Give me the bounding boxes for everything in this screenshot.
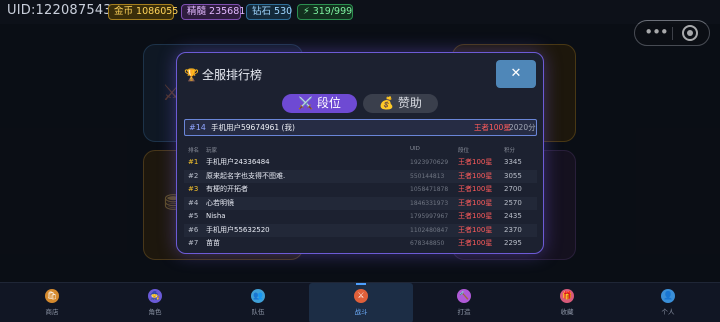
tab-rank[interactable]: ⚔️ 段位 [282, 94, 357, 113]
nav-label: 队伍 [251, 308, 265, 316]
nav-label: 打造 [457, 308, 471, 316]
nav-label: 战斗 [354, 308, 368, 316]
top-status-bar: UID:1220875432 金币 1086055 精髓 235681 钻石 5… [0, 0, 720, 24]
row-rank: #7 [188, 239, 199, 247]
character-icon: 🧙 [148, 289, 162, 303]
column-header-score: 积分 [504, 148, 516, 154]
nav-item-forge[interactable]: 🔨 打造 [412, 283, 516, 322]
row-score: 2370 [504, 225, 522, 234]
row-name: 原来起名字也支得不图难. [206, 171, 286, 180]
row-name: 心若明镜 [206, 198, 234, 207]
nav-item-battle[interactable]: ⚔ 战斗 [309, 283, 413, 322]
row-tier: 王者100星 [458, 158, 493, 166]
row-name: 手机用户55632520 [206, 225, 270, 234]
nav-item-collection[interactable]: 🎁 收藏 [515, 283, 619, 322]
nav-label: 收藏 [560, 308, 574, 316]
row-uid: 1923970629 [410, 159, 449, 166]
close-button[interactable]: ✕ [496, 60, 536, 88]
nav-item-profile[interactable]: 👤 个人 [616, 283, 720, 322]
table-row[interactable]: #2 原来起名字也支得不图难. 550144813 王者100星 3055 [184, 169, 537, 183]
my-rank-row: #14 手机用户59674961 (我) 王者100星 2020分 [184, 119, 537, 136]
gold-balance: 金币 1086055 [108, 4, 178, 20]
crystal-balance: 精髓 235681 [181, 4, 245, 20]
row-name: Nisha [206, 212, 226, 220]
row-score: 3055 [504, 171, 522, 180]
row-tier: 王者100星 [458, 212, 493, 220]
modal-title-text: 全服排行榜 [201, 68, 262, 82]
nav-label: 角色 [148, 308, 162, 316]
profile-icon: 👤 [661, 289, 675, 303]
row-score: 2295 [504, 239, 522, 247]
column-header-player: 玩家 [206, 148, 218, 154]
row-rank: #4 [188, 198, 199, 207]
row-tier: 王者100星 [458, 225, 493, 234]
row-tier: 王者100星 [458, 171, 493, 180]
battle-icon: ⚔ [354, 289, 368, 303]
leaderboard-list[interactable]: #1 手机用户24336484 1923970629 王者100星 3345 #… [184, 156, 537, 251]
row-uid: 1102480847 [410, 226, 449, 234]
nav-item-shop[interactable]: 🛍 商店 [0, 283, 104, 322]
row-score: 3345 [504, 158, 522, 166]
row-name: 有梗的开拓者 [206, 185, 248, 193]
diamond-balance: 钻石 530 [246, 4, 292, 20]
row-rank: #5 [188, 212, 199, 220]
my-rank: #14 [189, 123, 206, 132]
bottom-nav: 🛍 商店 🧙 角色 👥 队伍 ⚔ 战斗 🔨 打造 🎁 收藏 👤 个人 [0, 282, 720, 322]
tab-sponsor[interactable]: 💰 赞助 [363, 94, 438, 113]
table-row[interactable]: #6 手机用户55632520 1102480847 王者100星 2370 [184, 223, 537, 237]
row-uid: 1846331973 [410, 199, 449, 207]
modal-title: 🏆 全服排行榜 [184, 66, 262, 83]
column-header-tier: 段位 [458, 148, 470, 154]
row-uid: 1058471878 [410, 186, 449, 193]
row-score: 2435 [504, 212, 522, 220]
forge-icon: 🔨 [457, 289, 471, 303]
trophy-icon: 🏆 [184, 68, 199, 82]
row-name: 手机用户24336484 [206, 158, 270, 166]
nav-item-team[interactable]: 👥 队伍 [206, 283, 310, 322]
my-name: 手机用户59674961 (我) [211, 123, 295, 132]
my-tier: 王者100星 [474, 123, 511, 132]
row-rank: #3 [188, 185, 199, 193]
row-tier: 王者100星 [458, 239, 493, 247]
leaderboard-modal: 🏆 全服排行榜 ✕ ⚔️ 段位 💰 赞助 #14 手机用户59674961 (我)… [176, 52, 544, 254]
shop-icon: 🛍 [45, 289, 59, 303]
collection-icon: 🎁 [560, 289, 574, 303]
table-row[interactable]: #4 心若明镜 1846331973 王者100星 2570 [184, 196, 537, 210]
table-row[interactable]: #1 手机用户24336484 1923970629 王者100星 3345 [184, 156, 537, 170]
table-row[interactable]: #7 苗苗 678348850 王者100星 2295 [184, 237, 537, 251]
nav-label: 商店 [45, 308, 59, 316]
team-icon: 👥 [251, 289, 265, 303]
table-row[interactable]: #3 有梗的开拓者 1058471878 王者100星 2700 [184, 183, 537, 197]
row-uid: 678348850 [410, 240, 445, 247]
table-header: 排名 玩家 UID 段位 积分 [184, 146, 537, 155]
row-name: 苗苗 [206, 239, 220, 247]
table-row[interactable]: #5 Nisha 1795997967 王者100星 2435 [184, 210, 537, 224]
row-rank: #6 [188, 225, 199, 234]
row-tier: 王者100星 [458, 198, 493, 207]
my-score: 2020分 [509, 123, 536, 132]
nav-item-character[interactable]: 🧙 角色 [103, 283, 207, 322]
energy-balance: ⚡ 319/999 [297, 4, 353, 20]
row-score: 2570 [504, 198, 522, 207]
row-uid: 550144813 [410, 172, 445, 180]
nav-label: 个人 [661, 308, 675, 316]
row-uid: 1795997967 [410, 213, 449, 220]
row-rank: #2 [188, 171, 199, 180]
column-header-uid: UID [410, 146, 420, 152]
row-rank: #1 [188, 158, 199, 166]
row-score: 2700 [504, 185, 522, 193]
column-header-rank: 排名 [188, 148, 200, 154]
row-tier: 王者100星 [458, 185, 493, 193]
user-id: UID:1220875432 [7, 3, 121, 18]
